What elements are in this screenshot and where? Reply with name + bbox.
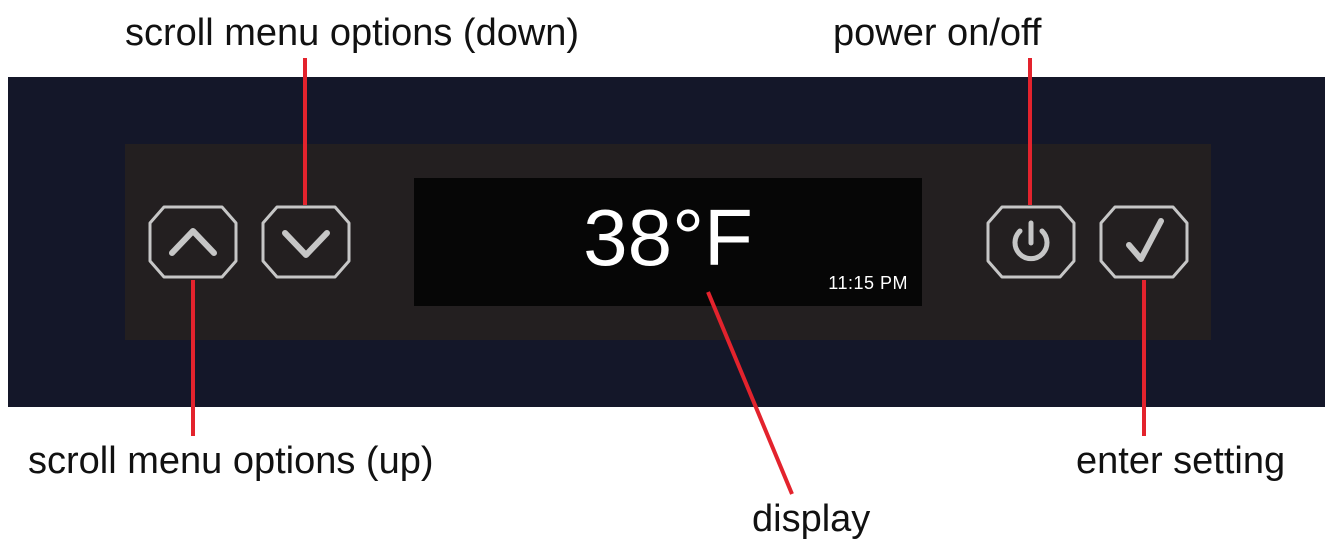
label-power: power on/off [833, 12, 1042, 54]
label-scroll-up: scroll menu options (up) [28, 440, 434, 482]
label-scroll-down: scroll menu options (down) [125, 12, 580, 54]
label-display: display [752, 498, 871, 540]
leader-display [706, 291, 794, 495]
label-enter: enter setting [1076, 440, 1286, 482]
